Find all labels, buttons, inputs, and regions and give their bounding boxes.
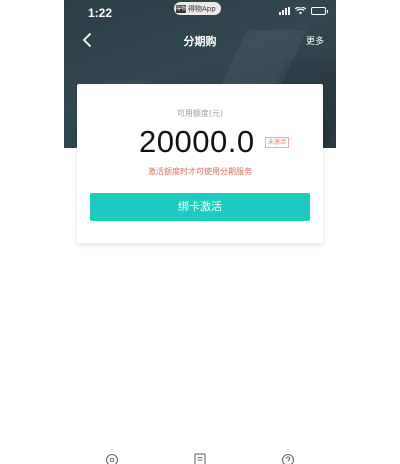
- bottom-tab-bar: [64, 452, 336, 464]
- status-badge: 未激活: [265, 137, 290, 148]
- app-pill-label: 得物App: [188, 4, 216, 13]
- bind-card-activate-button[interactable]: 绑卡激活: [90, 193, 310, 221]
- battery-icon: [311, 7, 328, 15]
- nav-bar: 分期购 更多: [64, 26, 336, 54]
- return-to-app-pill[interactable]: 得物 得物App: [174, 2, 221, 15]
- wifi-icon: [295, 7, 306, 15]
- document-icon[interactable]: [192, 452, 208, 464]
- status-time: 1:22: [88, 6, 113, 20]
- screen-background: 1:22 得物 得物App 分期购 更多 可用额度(元) 20000.0 未激活…: [0, 0, 400, 464]
- status-bar: 1:22 得物 得物App: [64, 0, 336, 26]
- system-icons: [279, 7, 328, 15]
- more-button[interactable]: 更多: [306, 34, 324, 47]
- amount-row: 20000.0 未激活: [77, 124, 323, 159]
- page-title: 分期购: [183, 35, 217, 48]
- available-limit-label: 可用额度(元): [176, 109, 224, 118]
- phone-screen: 1:22 得物 得物App 分期购 更多 可用额度(元) 20000.0 未激活…: [64, 0, 336, 464]
- credit-amount: 20000.0: [139, 124, 255, 159]
- app-logo-icon: 得物: [176, 4, 187, 13]
- activation-hint: 激活额度时才可使用分期服务: [148, 167, 252, 176]
- help-icon[interactable]: [280, 452, 296, 464]
- credit-card-panel: 可用额度(元) 20000.0 未激活 激活额度时才可使用分期服务 绑卡激活: [77, 84, 323, 243]
- location-icon[interactable]: [104, 452, 120, 464]
- signal-icon: [279, 7, 290, 15]
